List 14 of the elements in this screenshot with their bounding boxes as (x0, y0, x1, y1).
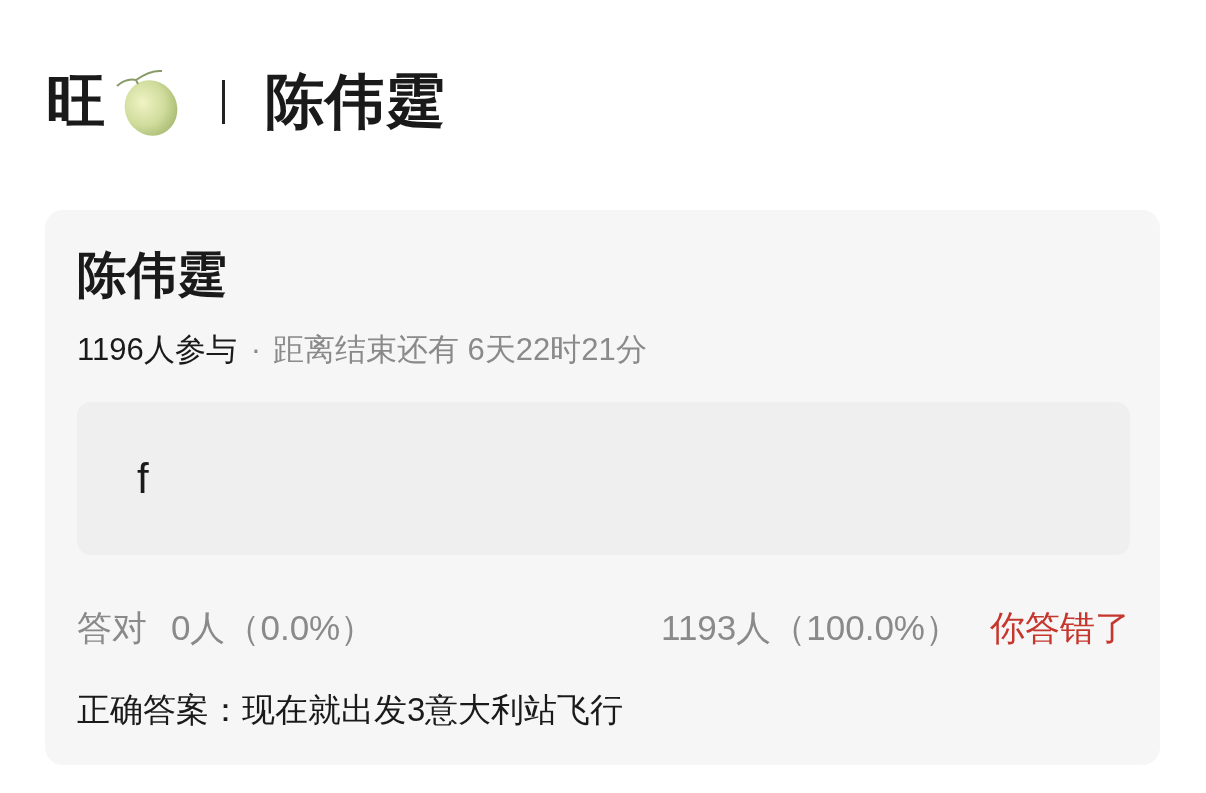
name-text: 陈伟霆 (265, 70, 445, 134)
answer-count: 1193人（100.0%） (661, 607, 960, 649)
separator-dot: · (250, 331, 261, 369)
participants-count: 1196人参与 (77, 331, 237, 369)
answer-label: 正确答案： (77, 690, 242, 730)
answer-box: f (77, 402, 1130, 555)
answer-text: 现在就出发3意大利站飞行 (242, 690, 624, 730)
correct-count: 0人（0.0%） (171, 607, 376, 649)
result-text: 你答错了 (990, 607, 1130, 649)
quiz-title: 陈伟霆 (77, 250, 227, 300)
countdown-text: 距离结束还有 6天22时21分 (273, 331, 647, 369)
title-text: 旺 (46, 70, 106, 134)
correct-label: 答对 (77, 607, 147, 649)
melon-icon (116, 68, 180, 136)
